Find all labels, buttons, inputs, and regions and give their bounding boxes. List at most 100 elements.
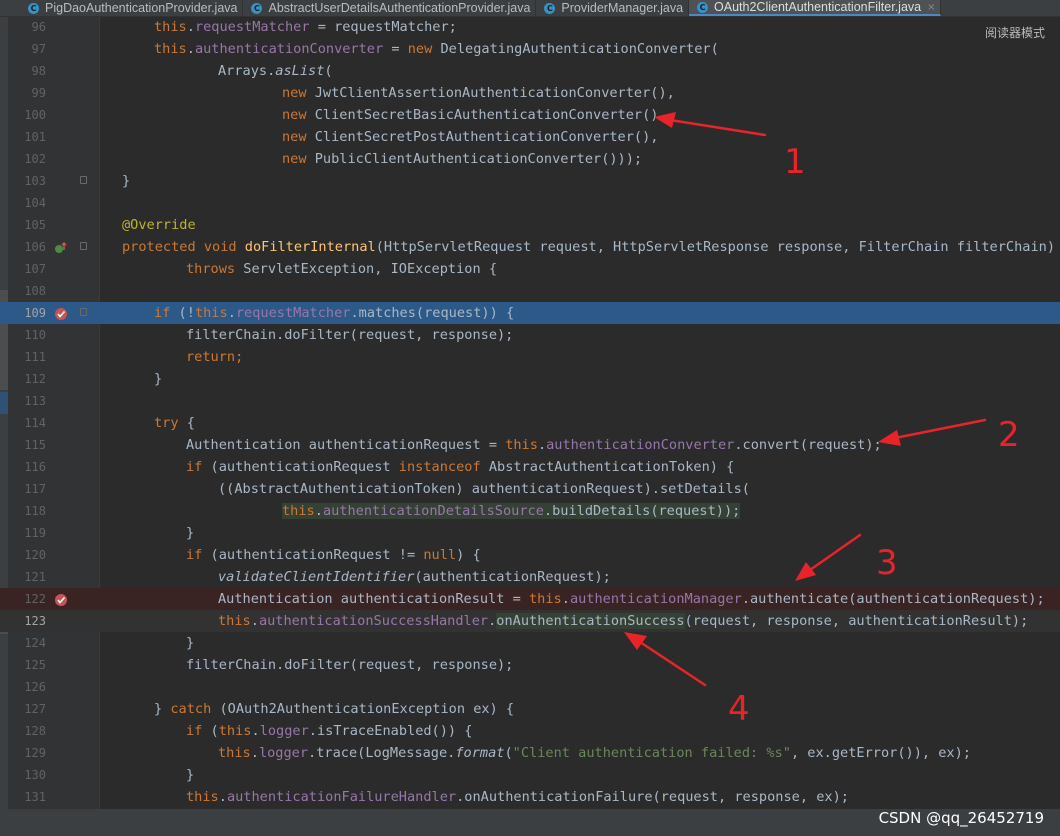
tab-label: OAuth2ClientAuthenticationFilter.java <box>714 0 922 14</box>
code-line: 118 this.authenticationDetailsSource.bui… <box>0 500 1060 522</box>
line-number: 123 <box>24 614 46 628</box>
code-text: Arrays.asList( <box>218 63 333 79</box>
line-number: 114 <box>24 416 46 430</box>
annotation-label-4: 4 <box>728 689 750 729</box>
line-number: 107 <box>24 262 46 276</box>
tab-provider-manager[interactable]: C ProviderManager.java <box>536 0 690 16</box>
tab-abstract-user-details-provider[interactable]: C AbstractUserDetailsAuthenticationProvi… <box>243 0 537 16</box>
tab-pigdao-provider[interactable]: C PigDaoAuthenticationProvider.java <box>0 0 244 16</box>
class-icon: C <box>251 2 263 14</box>
code-line: 104 <box>0 192 1060 214</box>
code-text: } <box>186 635 195 651</box>
line-number: 116 <box>24 460 46 474</box>
code-line: 120 if (authenticationRequest != null) { <box>0 544 1060 566</box>
code-line: 131 this.authenticationFailureHandler.on… <box>0 786 1060 808</box>
code-text: new ClientSecretPostAuthenticationConver… <box>282 129 659 145</box>
code-line: 99 new JwtClientAssertionAuthenticationC… <box>0 82 1060 104</box>
line-number: 98 <box>31 64 46 78</box>
line-number: 127 <box>24 702 46 716</box>
line-number: 100 <box>24 108 46 122</box>
code-text: return; <box>186 349 244 365</box>
code-line: 105 @Override <box>0 214 1060 236</box>
line-number: 99 <box>31 86 46 100</box>
editor-tab-bar: C PigDaoAuthenticationProvider.java C Ab… <box>0 0 1060 17</box>
code-line: 124 } <box>0 632 1060 654</box>
line-number: 103 <box>24 174 46 188</box>
code-editor[interactable]: 96 this.requestMatcher = requestMatcher;… <box>0 16 1060 808</box>
code-text: filterChain.doFilter(request, response); <box>186 327 514 343</box>
code-line: 119 } <box>0 522 1060 544</box>
class-icon: C <box>28 2 39 14</box>
code-line: 117 ((AbstractAuthenticationToken) authe… <box>0 478 1060 500</box>
line-number: 108 <box>24 284 46 298</box>
tab-label: ProviderManager.java <box>561 1 684 15</box>
line-number: 96 <box>31 20 46 34</box>
breakpoint-icon[interactable] <box>54 306 68 320</box>
code-line: 114 try { <box>0 412 1060 434</box>
code-line: 115 Authentication authenticationRequest… <box>0 434 1060 456</box>
code-text: if (authenticationRequest != null) { <box>186 547 481 563</box>
code-line-selected: 109 if (!this.requestMatcher.matches(req… <box>0 302 1060 324</box>
code-line: 130 } <box>0 764 1060 786</box>
tab-oauth2-client-filter[interactable]: C OAuth2ClientAuthenticationFilter.java … <box>689 0 942 16</box>
code-line: 103 } <box>0 170 1060 192</box>
watermark-text: CSDN @qq_26452719 <box>878 809 1044 827</box>
code-text: ((AbstractAuthenticationToken) authentic… <box>218 481 750 497</box>
fold-marker-icon[interactable] <box>80 242 87 250</box>
code-line: 128 if (this.logger.isTraceEnabled()) { <box>0 720 1060 742</box>
line-number: 104 <box>24 196 46 210</box>
code-line: 113 <box>0 390 1060 412</box>
code-text: Authentication authenticationResult = th… <box>218 591 1045 607</box>
code-text: new JwtClientAssertionAuthenticationConv… <box>282 85 675 101</box>
code-text: this.authenticationSuccessHandler.onAuth… <box>218 613 1029 629</box>
line-number: 105 <box>24 218 46 232</box>
code-text: this.authenticationFailureHandler.onAuth… <box>186 789 849 805</box>
reader-mode-button[interactable]: 阅读器模式 <box>985 24 1045 41</box>
code-text: } <box>154 371 163 387</box>
fold-marker-icon[interactable] <box>80 308 87 316</box>
line-number: 131 <box>24 790 46 804</box>
line-number: 112 <box>24 372 46 386</box>
code-line: 125 filterChain.doFilter(request, respon… <box>0 654 1060 676</box>
code-line: 112 } <box>0 368 1060 390</box>
code-line: 121 validateClientIdentifier(authenticat… <box>0 566 1060 588</box>
code-line: 102 new PublicClientAuthenticationConver… <box>0 148 1060 170</box>
close-tab-icon[interactable]: × <box>927 2 935 13</box>
code-text: validateClientIdentifier(authenticationR… <box>218 569 611 585</box>
line-number: 129 <box>24 746 46 760</box>
code-line: 108 <box>0 280 1060 302</box>
code-line: 100 new ClientSecretBasicAuthenticationC… <box>0 104 1060 126</box>
code-text: } <box>122 173 131 189</box>
code-line: 110 filterChain.doFilter(request, respon… <box>0 324 1060 346</box>
line-number: 102 <box>24 152 46 166</box>
annotation-label-2: 2 <box>998 415 1020 455</box>
class-icon: C <box>697 1 709 13</box>
code-text: if (authenticationRequest instanceof Abs… <box>186 459 735 475</box>
class-icon: C <box>544 2 556 14</box>
line-number: 130 <box>24 768 46 782</box>
fold-marker-icon[interactable] <box>80 176 87 184</box>
line-number: 122 <box>24 592 46 606</box>
line-number: 120 <box>24 548 46 562</box>
code-line: 97 this.authenticationConverter = new De… <box>0 38 1060 60</box>
breakpoint-icon[interactable] <box>54 592 68 606</box>
line-number: 115 <box>24 438 46 452</box>
line-number: 125 <box>24 658 46 672</box>
annotation-label-1: 1 <box>784 142 806 182</box>
code-text: this.authenticationConverter = new Deleg… <box>154 41 719 57</box>
code-text: throws ServletException, IOException { <box>186 261 498 277</box>
code-text: new PublicClientAuthenticationConverter(… <box>282 151 643 167</box>
code-text: this.authenticationDetailsSource.buildDe… <box>282 503 741 519</box>
code-text: try { <box>154 415 195 431</box>
code-line: 129 this.logger.trace(LogMessage.format(… <box>0 742 1060 764</box>
override-method-icon[interactable] <box>54 240 68 254</box>
line-number: 118 <box>24 504 46 518</box>
tab-label: AbstractUserDetailsAuthenticationProvide… <box>268 1 531 15</box>
line-number: 110 <box>24 328 46 342</box>
code-line: 96 this.requestMatcher = requestMatcher; <box>0 16 1060 38</box>
code-text: Authentication authenticationRequest = t… <box>186 437 882 453</box>
line-number: 124 <box>24 636 46 650</box>
tab-label: PigDaoAuthenticationProvider.java <box>45 1 238 15</box>
code-line: 106 protected void doFilterInternal(Http… <box>0 236 1060 258</box>
code-line: 116 if (authenticationRequest instanceof… <box>0 456 1060 478</box>
